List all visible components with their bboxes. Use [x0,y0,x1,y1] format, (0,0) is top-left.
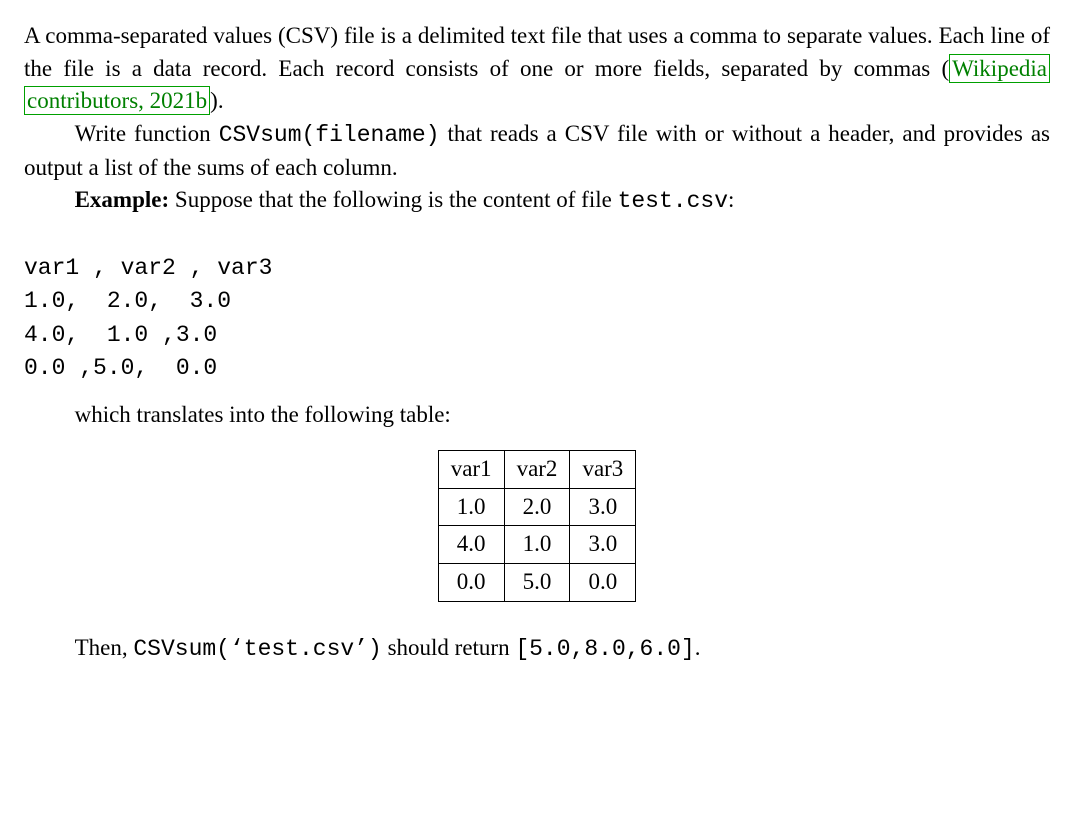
then-tail: . [695,635,701,660]
expected-result: [5.0,8.0,6.0] [515,636,694,662]
task-pre: Write function [75,121,219,146]
conclusion-paragraph: Then, CSVsum(‘test.csv’) should return [… [24,632,1050,666]
intro-paragraph: A comma-separated values (CSV) file is a… [24,20,1050,118]
table-cell: 5.0 [504,563,570,601]
table-row: 0.0 5.0 0.0 [438,563,636,601]
then-pre: Then, [75,635,134,660]
table-cell: 1.0 [438,488,504,526]
task-paragraph: Write function CSVsum(filename) that rea… [24,118,1050,184]
table-wrapper: var1 var2 var3 1.0 2.0 3.0 4.0 1.0 3.0 0… [24,450,1050,602]
table-cell: 0.0 [438,563,504,601]
table-header-cell: var2 [504,450,570,488]
csv-content-block: var1 , var2 , var3 1.0, 2.0, 3.0 4.0, 1.… [24,252,1050,385]
table-row: 1.0 2.0 3.0 [438,488,636,526]
table-header-cell: var3 [570,450,636,488]
then-mid: should return [382,635,516,660]
table-header-cell: var1 [438,450,504,488]
example-filename: test.csv [618,188,728,214]
example-tail: : [728,187,734,212]
table-row: 4.0 1.0 3.0 [438,526,636,564]
table-cell: 3.0 [570,526,636,564]
call-expression: CSVsum(‘test.csv’) [133,636,381,662]
intro-text-after: ). [210,88,223,113]
table-cell: 0.0 [570,563,636,601]
table-cell: 1.0 [504,526,570,564]
function-signature: CSVsum(filename) [219,122,440,148]
table-row: var1 var2 var3 [438,450,636,488]
table-cell: 3.0 [570,488,636,526]
translates-paragraph: which translates into the following tabl… [24,399,1050,432]
table-cell: 2.0 [504,488,570,526]
data-table: var1 var2 var3 1.0 2.0 3.0 4.0 1.0 3.0 0… [438,450,637,602]
example-rest: Suppose that the following is the conten… [169,187,617,212]
table-cell: 4.0 [438,526,504,564]
example-paragraph: Example: Suppose that the following is t… [24,184,1050,218]
intro-text-before: A comma-separated values (CSV) file is a… [24,23,1050,81]
example-label: Example: [75,187,170,212]
